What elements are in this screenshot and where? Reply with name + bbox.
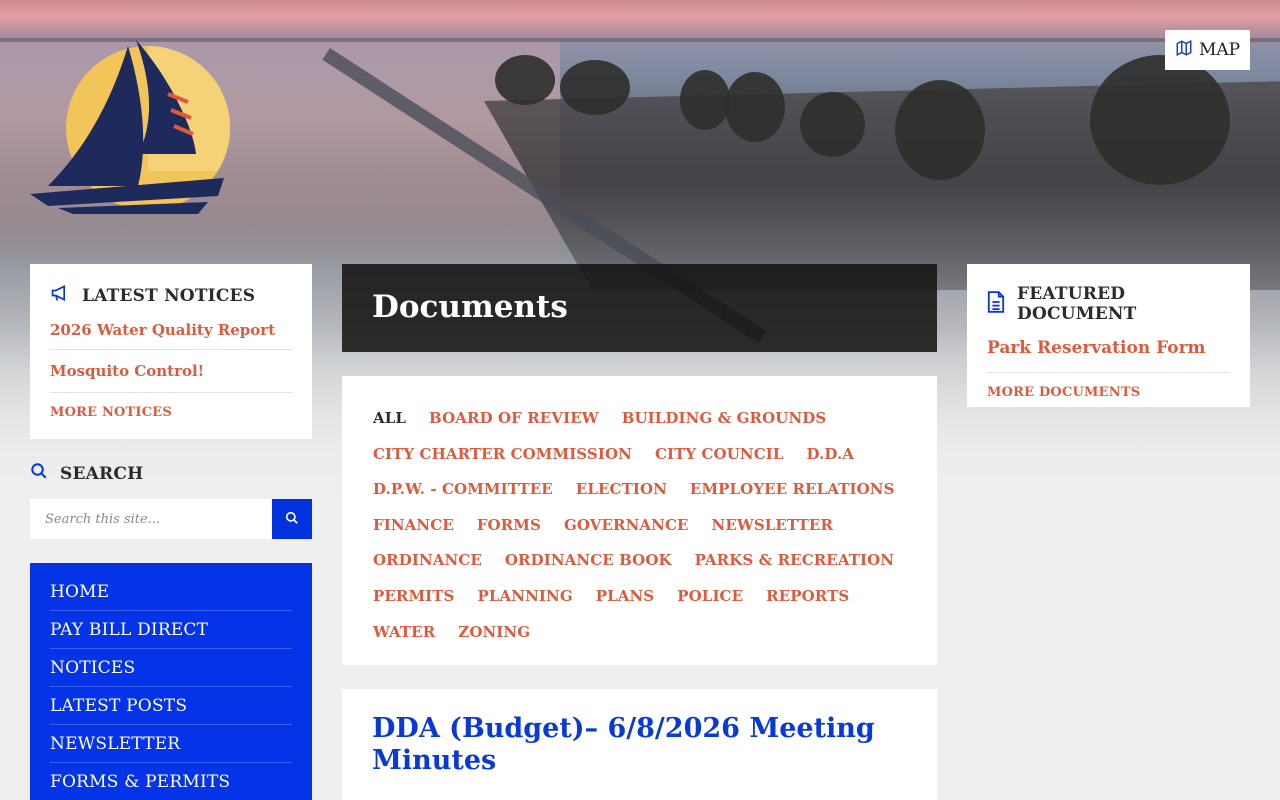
- category-filter-ordinance-book[interactable]: ORDINANCE BOOK: [505, 543, 672, 579]
- category-filter-all[interactable]: ALL: [373, 401, 406, 437]
- more-documents-link[interactable]: MORE DOCUMENTS: [987, 385, 1230, 400]
- search-heading: SEARCH: [30, 462, 143, 485]
- nav-item-newsletter[interactable]: NEWSLETTER: [50, 725, 292, 763]
- tree: [895, 80, 985, 180]
- notice-link[interactable]: Mosquito Control!: [50, 362, 292, 390]
- search-icon: [30, 462, 48, 485]
- document-icon: [987, 290, 1005, 318]
- nav-item-latest-posts[interactable]: LATEST POSTS: [50, 687, 292, 725]
- tree: [560, 60, 630, 115]
- category-filter-card: ALL BOARD OF REVIEW BUILDING & GROUNDS CITY…: [342, 376, 937, 665]
- featured-document-heading: FEATURED DOCUMENT: [987, 284, 1230, 324]
- tree: [495, 55, 555, 105]
- nav-item-home[interactable]: HOME: [50, 573, 292, 611]
- nav-item-forms-permits[interactable]: FORMS & PERMITS: [50, 763, 292, 800]
- search-form: [30, 499, 312, 539]
- tree: [725, 72, 785, 142]
- category-filter-newsletter[interactable]: NEWSLETTER: [712, 508, 834, 544]
- tree: [1090, 55, 1230, 185]
- divider: [50, 392, 292, 393]
- divider: [987, 372, 1230, 373]
- category-filter-finance[interactable]: FINANCE: [373, 508, 454, 544]
- search-button[interactable]: [272, 499, 312, 539]
- category-filter-reports[interactable]: REPORTS: [766, 579, 849, 615]
- notice-link[interactable]: 2026 Water Quality Report: [50, 321, 292, 349]
- category-filter-board-of-review[interactable]: BOARD OF REVIEW: [429, 401, 599, 437]
- megaphone-icon: [50, 284, 70, 307]
- nav-item-notices[interactable]: NOTICES: [50, 649, 292, 687]
- category-filter-ordinance[interactable]: ORDINANCE: [373, 543, 482, 579]
- category-filter-permits[interactable]: PERMITS: [373, 579, 455, 615]
- category-filter-city-charter-commission[interactable]: CITY CHARTER COMMISSION: [373, 437, 632, 473]
- tree: [680, 70, 730, 130]
- map-icon: [1175, 39, 1193, 62]
- category-filter-planning[interactable]: PLANNING: [478, 579, 573, 615]
- category-filter-d-d-a[interactable]: D.D.A: [807, 437, 855, 473]
- category-filter-police[interactable]: POLICE: [677, 579, 743, 615]
- post-title-link[interactable]: DDA (Budget)– 6/8/2026 Meeting Minutes: [372, 713, 907, 777]
- category-filter-forms[interactable]: FORMS: [477, 508, 541, 544]
- featured-document-card: FEATURED DOCUMENT Park Reservation Form …: [967, 264, 1250, 407]
- category-filter-list: ALL BOARD OF REVIEW BUILDING & GROUNDS CITY…: [373, 401, 907, 650]
- site-logo[interactable]: [28, 36, 234, 216]
- category-filter-water[interactable]: WATER: [373, 615, 435, 651]
- post-card: DDA (Budget)– 6/8/2026 Meeting Minutes: [342, 689, 937, 800]
- divider: [50, 349, 292, 350]
- category-filter-election[interactable]: ELECTION: [576, 472, 667, 508]
- featured-document-link[interactable]: Park Reservation Form: [987, 338, 1230, 372]
- map-label: MAP: [1198, 40, 1241, 60]
- more-notices-link[interactable]: MORE NOTICES: [50, 405, 292, 420]
- category-filter-governance[interactable]: GOVERNANCE: [564, 508, 689, 544]
- category-filter-plans[interactable]: PLANS: [596, 579, 655, 615]
- category-filter-d-p-w-committee[interactable]: D.P.W. - COMMITTEE: [373, 472, 553, 508]
- search-input[interactable]: [30, 499, 272, 539]
- tree: [800, 92, 865, 157]
- latest-notices-card: LATEST NOTICES 2026 Water Quality Report…: [30, 264, 312, 439]
- category-filter-zoning[interactable]: ZONING: [458, 615, 530, 651]
- category-filter-employee-relations[interactable]: EMPLOYEE RELATIONS: [690, 472, 895, 508]
- main-navigation: HOME PAY BILL DIRECT NOTICES LATEST POST…: [30, 563, 312, 800]
- nav-item-pay-bill-direct[interactable]: PAY BILL DIRECT: [50, 611, 292, 649]
- search-icon: [285, 510, 299, 529]
- map-button[interactable]: MAP: [1165, 30, 1250, 70]
- category-filter-city-council[interactable]: CITY COUNCIL: [655, 437, 784, 473]
- category-filter-building-grounds[interactable]: BUILDING & GROUNDS: [622, 401, 827, 437]
- latest-notices-heading: LATEST NOTICES: [50, 284, 292, 307]
- category-filter-parks-recreation[interactable]: PARKS & RECREATION: [695, 543, 894, 579]
- page-title: Documents: [342, 264, 937, 352]
